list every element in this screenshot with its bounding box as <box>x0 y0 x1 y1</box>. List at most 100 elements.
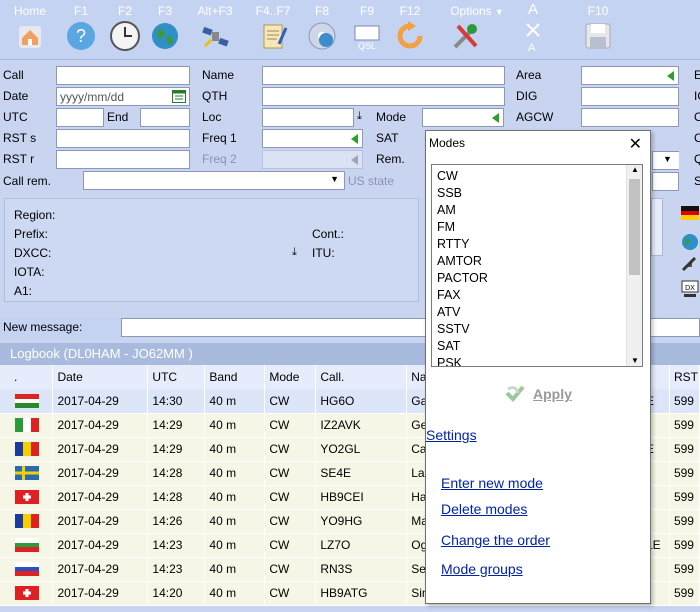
cell-rst: 599 <box>669 485 700 510</box>
notebook-button[interactable]: F4..F7 <box>250 0 296 60</box>
qsl-button[interactable]: F9 QSL <box>344 0 390 60</box>
dig-input[interactable] <box>581 87 679 106</box>
globe-icon <box>152 23 178 49</box>
modes-dialog: Modes ✕ ▲ ▼ CW SSB AM FM RTTY AMTOR PACTOR FAX A… <box>425 130 651 604</box>
freq2-label: Freq 2 <box>202 152 237 166</box>
loc-input[interactable] <box>262 108 354 127</box>
mode-list-item[interactable]: SAT <box>437 339 460 353</box>
name-input[interactable] <box>262 66 505 85</box>
loc-download-icon[interactable]: ⤓ <box>357 110 362 123</box>
globe-button[interactable]: F3 <box>142 0 188 60</box>
mode-list-item[interactable]: FAX <box>437 288 461 302</box>
date-label: Date <box>3 89 29 103</box>
cell-call: YO9HG <box>315 509 408 534</box>
cell-date: 2017-04-29 <box>52 581 149 606</box>
german-flag-icon[interactable] <box>681 206 699 220</box>
date-input[interactable]: yyyy/mm/dd <box>56 87 190 106</box>
mode-select[interactable] <box>422 108 504 127</box>
call-remark-select[interactable]: ▼ <box>83 171 345 190</box>
cd-button[interactable]: F8 <box>299 0 345 60</box>
italy-flag-icon <box>15 418 39 432</box>
column-header[interactable]: . <box>0 365 54 389</box>
mode-list-item[interactable]: CW <box>437 169 458 183</box>
cell-mode: CW <box>264 485 317 510</box>
romania-flag-icon <box>15 442 39 456</box>
cell-call: HB9ATG <box>315 581 408 606</box>
cell-mode: CW <box>264 509 317 534</box>
agcw-input[interactable] <box>581 108 679 127</box>
end-input[interactable] <box>140 108 190 127</box>
globe-small-icon[interactable] <box>681 233 699 251</box>
dx-cluster-icon[interactable]: DX <box>681 280 699 298</box>
freq1-select[interactable] <box>262 129 363 148</box>
dxcc-download-icon[interactable]: ⤓ <box>292 246 297 259</box>
scroll-thumb[interactable] <box>629 179 640 275</box>
dialog-title: Modes <box>429 136 466 150</box>
home-button[interactable]: Home <box>7 0 53 60</box>
call-input[interactable] <box>56 66 190 85</box>
modes-listbox[interactable]: ▲ ▼ CW SSB AM FM RTTY AMTOR PACTOR FAX ATV SSTV SA… <box>431 164 643 367</box>
qth-label: QTH <box>202 89 228 103</box>
scroll-down-icon[interactable]: ▼ <box>631 356 639 365</box>
column-header[interactable]: Call. <box>315 365 408 389</box>
help-button[interactable]: F1 ? <box>58 0 104 60</box>
floppy-save-icon <box>585 23 611 49</box>
mode-list-item[interactable]: PSK <box>437 356 462 366</box>
cell-date: 2017-04-29 <box>52 413 149 438</box>
delete-modes-link[interactable]: Delete modes <box>441 501 527 517</box>
mode-list-item[interactable]: AM <box>437 203 456 217</box>
mode-list-item[interactable]: FM <box>437 220 455 234</box>
change-order-link[interactable]: Change the order <box>441 532 550 548</box>
mode-list-item[interactable]: ATV <box>437 305 460 319</box>
rst-sent-input[interactable] <box>56 129 190 148</box>
mode-list-item[interactable]: AMTOR <box>437 254 482 268</box>
qth-input[interactable] <box>262 87 505 106</box>
svg-text:?: ? <box>76 26 86 46</box>
scroll-up-icon[interactable]: ▲ <box>631 165 639 174</box>
column-header[interactable]: Mode <box>264 365 317 389</box>
cell-mode: CW <box>264 581 317 606</box>
satellite-button[interactable]: Alt+F3 <box>192 0 238 60</box>
itu-label: ITU: <box>312 246 335 260</box>
mode-list-item[interactable]: SSTV <box>437 322 470 336</box>
panel-scroll-stub <box>651 198 663 256</box>
cell-call: IZ2AVK <box>315 413 408 438</box>
remark-dropdown-stub[interactable]: ▼ <box>652 151 679 170</box>
settings-link[interactable]: Settings <box>426 427 477 443</box>
utc-input[interactable] <box>56 108 104 127</box>
options-button[interactable]: Options ▼ <box>442 0 512 60</box>
freq2-arrow-icon <box>351 155 358 165</box>
satellite-small-icon[interactable] <box>681 256 699 274</box>
modes-scrollbar[interactable]: ▲ ▼ <box>626 165 642 366</box>
logbook-title: Logbook (DL0HAM - JO62MM ) <box>10 346 193 361</box>
column-header[interactable]: RST <box>669 365 700 389</box>
mode-list-item[interactable]: PACTOR <box>437 271 488 285</box>
tools-icon <box>453 24 478 49</box>
column-header[interactable]: Date <box>52 365 149 389</box>
rst-received-input[interactable] <box>56 150 190 169</box>
mode-groups-link[interactable]: Mode groups <box>441 561 523 577</box>
mode-arrow-icon <box>492 113 499 123</box>
mode-list-item[interactable]: SSB <box>437 186 462 200</box>
column-header[interactable]: UTC <box>147 365 206 389</box>
area-label: Area <box>516 68 542 82</box>
close-icon[interactable]: ✕ <box>629 134 642 154</box>
us-state-stub[interactable] <box>652 172 679 191</box>
apply-button[interactable]: Apply <box>504 381 574 407</box>
cell-date: 2017-04-29 <box>52 485 149 510</box>
column-header[interactable]: Band <box>204 365 266 389</box>
date-placeholder: yyyy/mm/dd <box>60 90 125 104</box>
mode-list-item[interactable]: RTTY <box>437 237 469 251</box>
cell-mode: CW <box>264 389 317 414</box>
cell-rst: 599 <box>669 509 700 534</box>
home-icon <box>19 26 41 48</box>
enter-new-mode-link[interactable]: Enter new mode <box>441 475 543 491</box>
f10-label: F10 <box>587 4 609 18</box>
save-button[interactable]: F10 <box>575 0 621 60</box>
callsign-toggle-button[interactable]: A A <box>511 0 555 60</box>
refresh-button[interactable]: F12 <box>387 0 433 60</box>
cell-utc: 14:29 <box>147 437 206 462</box>
calendar-icon[interactable] <box>172 90 186 103</box>
area-select[interactable] <box>581 66 679 85</box>
cell-date: 2017-04-29 <box>52 509 149 534</box>
